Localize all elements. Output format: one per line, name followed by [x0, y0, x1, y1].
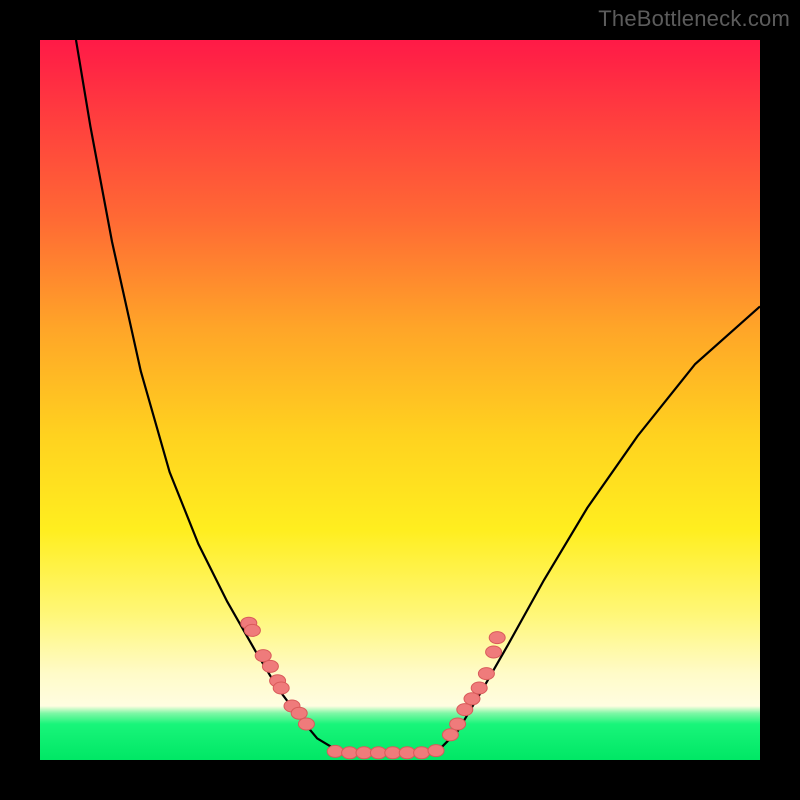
chart-root: TheBottleneck.com: [0, 0, 800, 800]
data-dot: [244, 624, 260, 636]
data-dot: [291, 707, 307, 719]
data-dot: [489, 632, 505, 644]
data-dot: [457, 704, 473, 716]
data-dot: [442, 729, 458, 741]
data-dots: [241, 617, 505, 759]
data-dot: [450, 718, 466, 730]
data-dot: [464, 693, 480, 705]
data-dot: [471, 682, 487, 694]
data-dot: [327, 745, 343, 757]
curve-layer: [40, 40, 760, 760]
data-dot: [385, 747, 401, 759]
bottleneck-curve: [76, 40, 760, 753]
data-dot: [298, 718, 314, 730]
data-dot: [428, 745, 444, 757]
data-dot: [486, 646, 502, 658]
data-dot: [399, 747, 415, 759]
data-dot: [370, 747, 386, 759]
data-dot: [273, 682, 289, 694]
data-dot: [262, 660, 278, 672]
data-dot: [414, 747, 430, 759]
data-dot: [478, 668, 494, 680]
data-dot: [342, 747, 358, 759]
data-dot: [255, 650, 271, 662]
data-dot: [356, 747, 372, 759]
watermark-text: TheBottleneck.com: [598, 6, 790, 32]
plot-area: [40, 40, 760, 760]
